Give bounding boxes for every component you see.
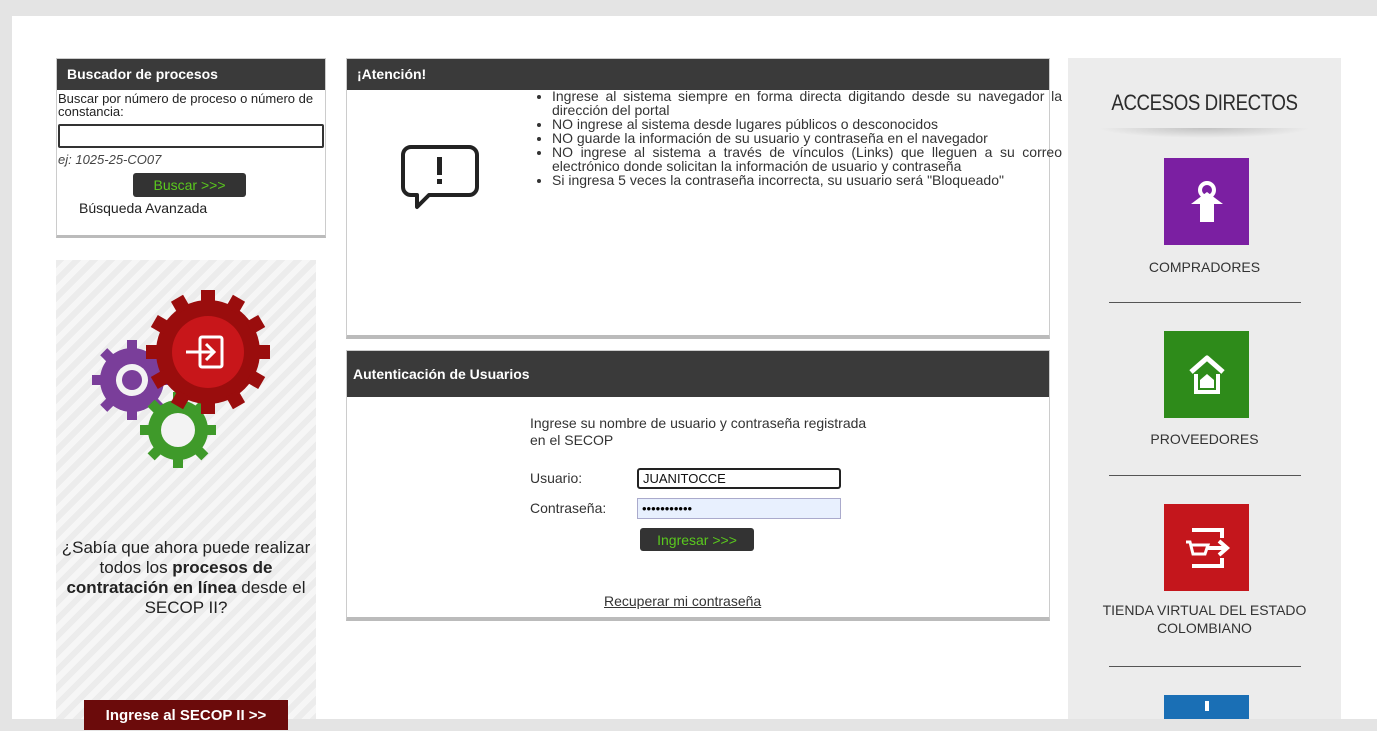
info-icon [1204, 701, 1209, 711]
attention-item: Ingrese al sistema siempre en forma dire… [552, 89, 1062, 117]
virtual-store-icon [1185, 527, 1230, 568]
separator [1109, 302, 1301, 303]
attention-item: NO ingrese al sistema desde lugares públ… [552, 117, 1062, 131]
login-button[interactable]: Ingresar >>> [640, 528, 754, 551]
quick-access-title: ACCESOS DIRECTOS [1111, 90, 1298, 115]
separator [1109, 475, 1301, 476]
separator [1109, 666, 1301, 667]
quick-access-title-shadow [1098, 128, 1311, 138]
secop-ii-promo: ¿Sabía que ahora puede realizar todos lo… [56, 260, 316, 730]
alert-speech-bubble-icon [401, 145, 479, 209]
page: Buscador de procesos Buscar por número d… [12, 16, 1377, 730]
secop-ii-button[interactable]: Ingrese al SECOP II >> [84, 700, 288, 730]
process-search-example: ej: 1025-25-CO07 [58, 152, 162, 167]
process-search-input[interactable] [58, 124, 324, 148]
buyers-label[interactable]: COMPRADORES [1068, 258, 1341, 276]
supplier-icon [1188, 355, 1225, 394]
recover-password-link[interactable]: Recuperar mi contraseña [604, 593, 761, 609]
suppliers-label[interactable]: PROVEEDORES [1068, 430, 1341, 448]
attention-panel: ¡Atención! Ingrese al sistema siempre en… [346, 58, 1062, 339]
search-button[interactable]: Buscar >>> [133, 173, 246, 197]
gears-illustration [92, 290, 270, 468]
attention-list: Ingrese al sistema siempre en forma dire… [532, 89, 1062, 187]
process-search-panel: Buscador de procesos Buscar por número d… [56, 58, 326, 238]
suppliers-tile[interactable] [1164, 331, 1249, 418]
password-label: Contraseña: [530, 500, 607, 516]
attention-title: ¡Atención! [347, 59, 1049, 90]
attention-item: Si ingresa 5 veces la contraseña incorre… [552, 173, 1062, 187]
virtual-store-label[interactable]: TIENDA VIRTUAL DEL ESTADO COLOMBIANO [1068, 601, 1341, 637]
login-title: Autenticación de Usuarios [347, 351, 1049, 397]
info-tile[interactable] [1164, 695, 1249, 719]
advanced-search-link[interactable]: Búsqueda Avanzada [79, 200, 325, 216]
login-intro: Ingrese su nombre de usuario y contraseñ… [530, 415, 867, 448]
process-search-title: Buscador de procesos [57, 59, 325, 90]
username-field[interactable] [637, 468, 841, 489]
attention-item: NO ingrese al sistema a través de víncul… [552, 145, 1062, 173]
quick-access-panel: ACCESOS DIRECTOS COMPRADORES PROVEEDORES [1068, 58, 1341, 719]
attention-item: NO guarde la información de su usuario y… [552, 131, 1062, 145]
process-search-label: Buscar por número de proceso o número de… [58, 91, 314, 119]
username-label: Usuario: [530, 470, 583, 486]
buyer-icon [1190, 180, 1223, 222]
red-gear-icon [146, 290, 270, 414]
login-panel: Autenticación de Usuarios Ingrese su nom… [346, 350, 1050, 621]
promo-text: ¿Sabía que ahora puede realizar todos lo… [56, 538, 316, 618]
password-field[interactable] [637, 498, 841, 519]
virtual-store-tile[interactable] [1164, 504, 1249, 591]
buyers-tile[interactable] [1164, 158, 1249, 245]
